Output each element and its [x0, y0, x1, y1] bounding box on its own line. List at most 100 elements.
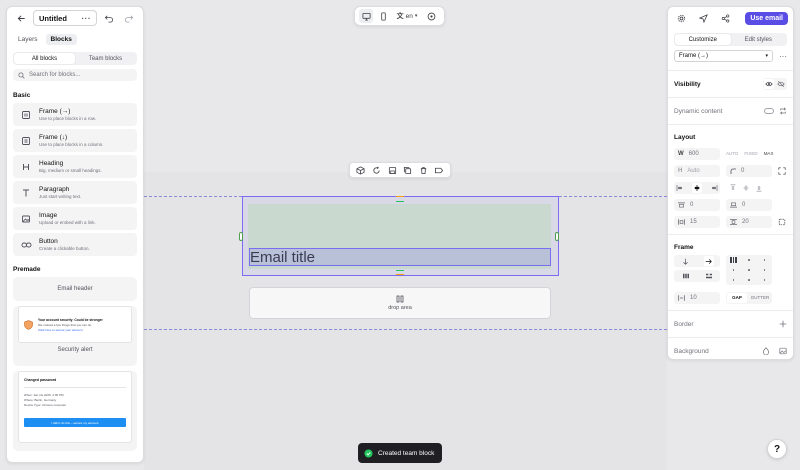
tab-layers[interactable]: Layers: [13, 34, 43, 45]
background-image-icon[interactable]: [779, 347, 787, 355]
back-arrow-icon[interactable]: [13, 10, 29, 26]
height-input[interactable]: H Auto: [674, 164, 720, 177]
gap-icon: [678, 294, 685, 301]
align-top-icon[interactable]: [730, 183, 736, 192]
trash-icon[interactable]: [416, 162, 432, 178]
card-line: Where: Berlin, Germany: [24, 398, 57, 402]
guide-line-bottom: [144, 329, 667, 330]
border-label: Border: [674, 320, 694, 328]
padding-all-sides-icon[interactable]: [778, 218, 786, 226]
repeat-icon[interactable]: [779, 107, 787, 115]
basic-section-title: Basic: [13, 92, 31, 99]
send-icon[interactable]: [695, 10, 711, 26]
distribute-packed-icon[interactable]: [681, 271, 691, 281]
drop-area[interactable]: drop area: [249, 287, 551, 319]
block-title: Button: [39, 238, 58, 245]
visibility-toggle: [763, 78, 787, 90]
share-icon[interactable]: [717, 10, 733, 26]
more-icon[interactable]: ···: [82, 14, 92, 23]
width-input[interactable]: W 600: [674, 147, 720, 160]
background-color-icon[interactable]: [762, 347, 770, 355]
save-icon[interactable]: [384, 162, 400, 178]
align-middle-icon[interactable]: [743, 184, 749, 192]
padding-top-input[interactable]: 0: [674, 198, 720, 211]
width-mode-auto[interactable]: AUTO: [726, 151, 738, 156]
tag-icon[interactable]: [431, 162, 447, 178]
block-paragraph[interactable]: Paragraph Just start writing text.: [13, 181, 137, 204]
search-icon: [18, 71, 25, 79]
gap-value: 10: [690, 294, 697, 301]
card-divider: [24, 387, 126, 388]
more-options-icon[interactable]: ···: [779, 52, 787, 61]
mobile-icon[interactable]: [376, 9, 390, 23]
segment-edit-styles[interactable]: Edit styles: [731, 34, 787, 45]
changed-password-preview: Changed password When: Jan 1st 2025, 2:0…: [18, 371, 132, 443]
block-frame-column[interactable]: Frame (↓) Use to place blocks in a column…: [13, 129, 137, 152]
align-center-icon[interactable]: [692, 182, 702, 193]
segment-team-blocks[interactable]: Team blocks: [75, 53, 136, 64]
corner-radius-input[interactable]: 0: [726, 164, 772, 177]
eye-icon[interactable]: [764, 79, 774, 89]
chevron-down-icon: ▾: [765, 53, 768, 59]
width-mode-fixed[interactable]: FIXED: [744, 151, 757, 156]
redo-icon[interactable]: [121, 10, 137, 26]
width-mode-max[interactable]: MAX: [764, 151, 774, 156]
gap-input[interactable]: 10: [674, 291, 720, 304]
corner-radius-icon: [730, 168, 736, 174]
block-desc: Use to place blocks in a row.: [39, 116, 97, 121]
gap-mode-gap[interactable]: GAP: [727, 292, 747, 303]
duplicate-icon[interactable]: [400, 162, 416, 178]
block-title: Paragraph: [39, 186, 70, 193]
block-button[interactable]: Button Create a clickable button.: [13, 233, 137, 256]
eye-off-icon[interactable]: [776, 79, 786, 89]
align-right-icon[interactable]: [709, 183, 719, 193]
padding-y-input[interactable]: 20: [726, 215, 772, 228]
use-email-button[interactable]: Use email: [745, 11, 788, 25]
desktop-icon[interactable]: [359, 9, 373, 23]
document-title-field[interactable]: Untitled ···: [33, 10, 97, 26]
premade-changed-password[interactable]: Changed password When: Jan 1st 2025, 2:0…: [13, 371, 137, 451]
alignment-grid[interactable]: [726, 255, 772, 285]
block-desc: Upload or embed with a link.: [39, 220, 96, 225]
cube-icon[interactable]: [353, 162, 369, 178]
padding-top-icon: [678, 202, 685, 208]
block-type-select[interactable]: Frame (→) ▾: [674, 50, 773, 62]
image-icon: [19, 212, 33, 226]
add-border-icon[interactable]: [779, 320, 787, 328]
dynamic-toggle[interactable]: [764, 108, 774, 114]
premade-security-alert[interactable]: Your account security: Could be stronger…: [13, 306, 137, 366]
direction-right-icon[interactable]: [703, 256, 714, 266]
tab-blocks[interactable]: Blocks: [45, 33, 77, 45]
expand-corners-icon[interactable]: [778, 166, 786, 175]
premade-email-header[interactable]: Email header: [13, 277, 137, 301]
padding-right-input[interactable]: 0: [726, 198, 772, 211]
toast-message: Created team block: [378, 449, 435, 457]
block-search-input[interactable]: Search for blocks...: [13, 69, 137, 81]
distribute-wrap-icon[interactable]: [704, 271, 714, 281]
search-placeholder: Search for blocks...: [29, 72, 81, 78]
help-button[interactable]: ?: [767, 439, 787, 459]
segment-all-blocks[interactable]: All blocks: [14, 53, 75, 64]
align-left-icon[interactable]: [675, 183, 685, 193]
block-heading[interactable]: Heading Big, medium or small headings.: [13, 155, 137, 178]
gap-mode-gutter[interactable]: GUTTER: [749, 293, 771, 303]
undo-icon[interactable]: [101, 10, 117, 26]
language-select[interactable]: 文 en ▾: [393, 9, 421, 23]
email-title-heading[interactable]: Email title: [249, 248, 551, 266]
block-frame-row[interactable]: Frame (→) Use to place blocks in a row.: [13, 103, 137, 126]
refresh-icon[interactable]: [369, 162, 385, 178]
align-bottom-icon[interactable]: [756, 184, 762, 192]
gear-icon[interactable]: [673, 10, 689, 26]
preview-icon[interactable]: [424, 9, 438, 23]
direction-down-icon[interactable]: [681, 256, 691, 266]
layout-title: Layout: [674, 133, 696, 141]
block-image[interactable]: Image Upload or embed with a link.: [13, 207, 137, 230]
padding-x-input[interactable]: 15: [674, 215, 720, 228]
padding-y-icon: [730, 218, 737, 225]
padding-marker-bottom-inner: [396, 270, 404, 271]
corner-radius-value: 0: [741, 167, 745, 174]
document-title: Untitled: [39, 13, 67, 23]
resize-handle-right[interactable]: [555, 232, 559, 241]
resize-handle-left[interactable]: [239, 232, 243, 241]
segment-customize[interactable]: Customize: [675, 34, 731, 45]
